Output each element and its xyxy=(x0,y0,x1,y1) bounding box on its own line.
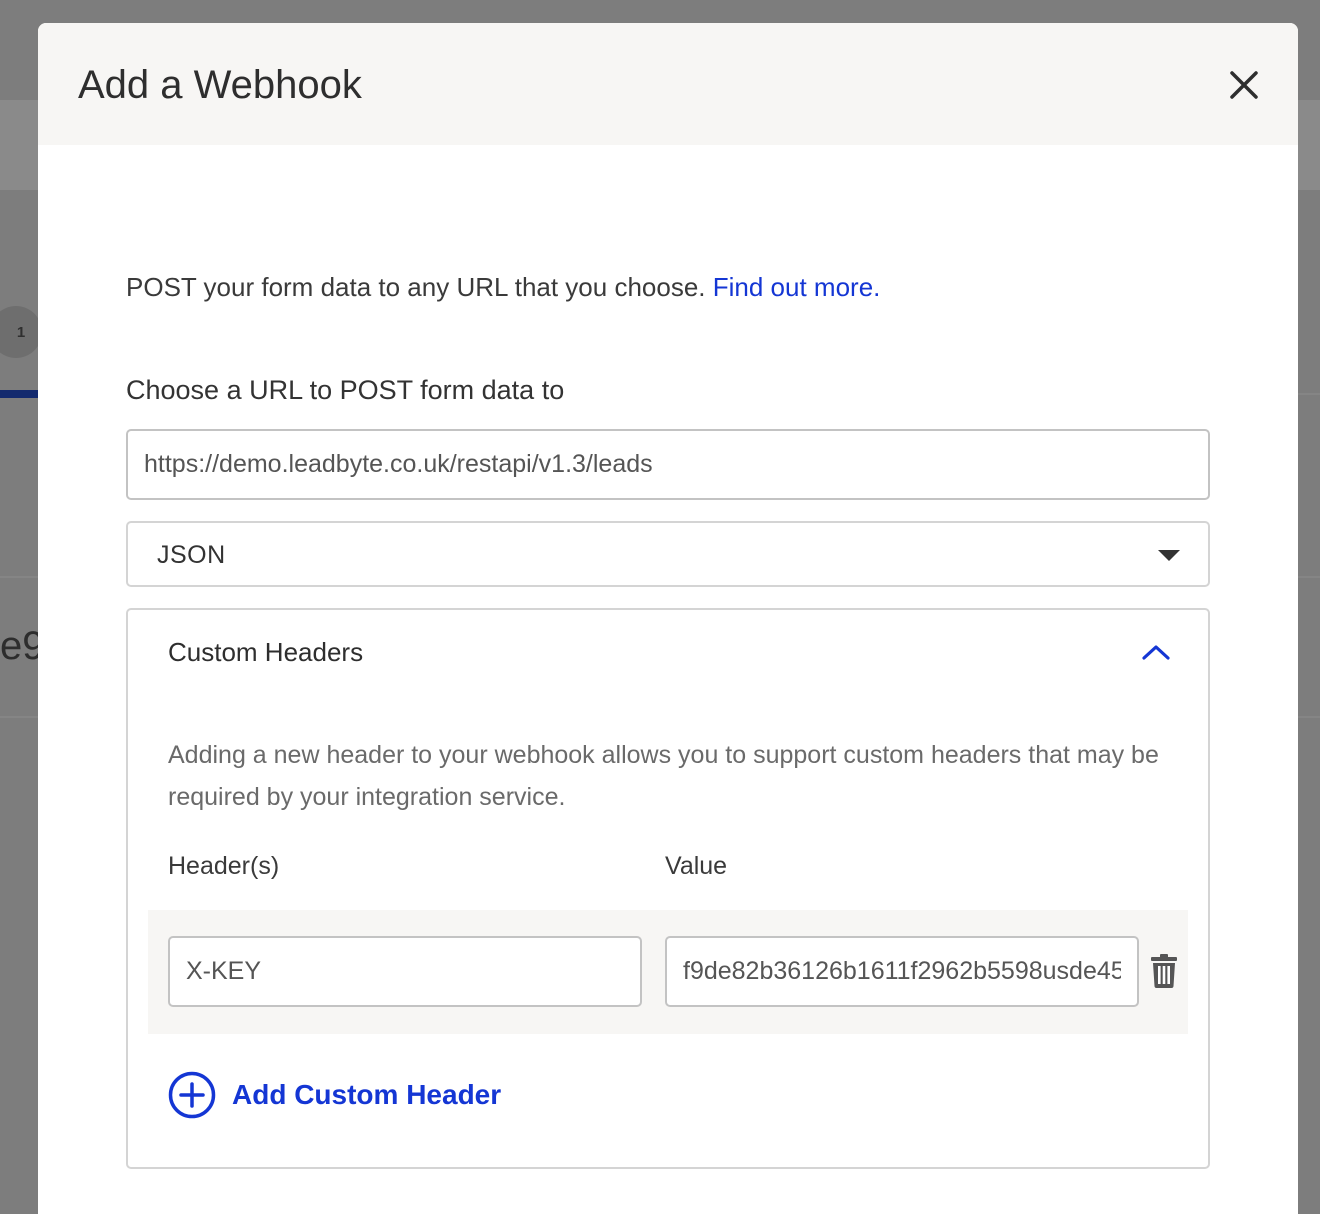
custom-headers-panel: Custom Headers Adding a new header to yo… xyxy=(126,608,1210,1169)
background-progress-bar xyxy=(0,390,40,398)
background-step-badge: 1 xyxy=(0,306,42,358)
intro-text: POST your form data to any URL that you … xyxy=(126,271,880,303)
custom-headers-title: Custom Headers xyxy=(168,637,364,667)
format-select[interactable]: JSON xyxy=(126,521,1210,587)
find-out-more-link[interactable]: Find out more. xyxy=(713,272,881,302)
add-custom-header-button[interactable]: Add Custom Header xyxy=(168,1070,501,1120)
modal-title: Add a Webhook xyxy=(78,63,362,107)
webhook-url-input[interactable] xyxy=(126,429,1210,500)
close-button[interactable] xyxy=(1224,65,1264,105)
header-value-column-label: Value xyxy=(665,852,728,880)
plus-circle-icon xyxy=(168,1071,216,1119)
delete-header-button[interactable] xyxy=(1151,954,1177,988)
chevron-up-icon xyxy=(1142,645,1170,660)
header-key-input[interactable] xyxy=(168,936,642,1007)
add-webhook-modal: Add a Webhook POST your form data to any… xyxy=(38,23,1298,1214)
trash-icon xyxy=(1151,954,1177,988)
format-selected-value: JSON xyxy=(157,541,226,569)
custom-header-row xyxy=(148,910,1188,1034)
add-custom-header-label: Add Custom Header xyxy=(232,1079,502,1110)
modal-header: Add a Webhook xyxy=(38,23,1298,145)
header-key-column-label: Header(s) xyxy=(168,852,280,880)
custom-headers-description: Adding a new header to your webhook allo… xyxy=(168,741,1159,811)
header-value-input[interactable] xyxy=(665,936,1139,1007)
url-label: Choose a URL to POST form data to xyxy=(126,375,565,405)
intro-description: POST your form data to any URL that you … xyxy=(126,272,706,302)
caret-down-icon xyxy=(1158,550,1180,561)
close-icon xyxy=(1230,71,1258,99)
collapse-toggle-button[interactable] xyxy=(1138,638,1174,666)
